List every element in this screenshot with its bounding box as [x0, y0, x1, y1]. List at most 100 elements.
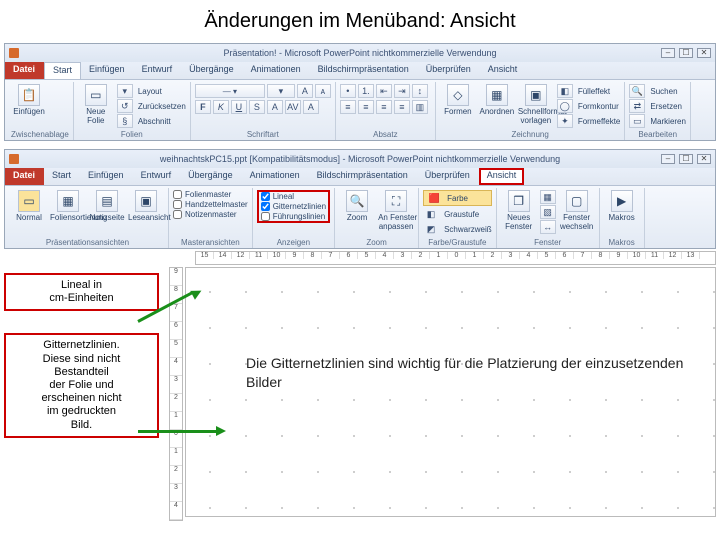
underline-btn[interactable]: U: [231, 100, 247, 114]
view-reading[interactable]: ▣Leseansicht: [128, 190, 164, 222]
view-normal[interactable]: ▭Normal: [11, 190, 47, 222]
reset-btn[interactable]: ↺Zurücksetzen: [117, 99, 186, 113]
effects-btn[interactable]: ✦Formeffekte: [557, 114, 621, 128]
shapes-btn[interactable]: ◇Formen: [440, 84, 476, 116]
paste-icon: 📋: [18, 84, 40, 106]
slide-body-text: Die Gitternetzlinien sind wichtig für di…: [246, 354, 685, 392]
chk-folienmaster[interactable]: Folienmaster: [173, 190, 248, 199]
arrange-all[interactable]: ▦: [540, 190, 556, 204]
spacing-btn[interactable]: AV: [285, 100, 301, 114]
tab2-start[interactable]: Start: [44, 168, 80, 185]
layout-btn[interactable]: ▾Layout: [117, 84, 186, 98]
tab-animationen[interactable]: Animationen: [243, 62, 310, 79]
group-makros: ▶Makros Makros: [600, 188, 645, 248]
grow-font[interactable]: A: [297, 84, 313, 98]
color-bw[interactable]: ◩Schwarzweiß: [423, 222, 492, 236]
new-slide-button[interactable]: ▭ Neue Folie: [78, 84, 114, 125]
chk-gitternetz[interactable]: Gitternetzlinien: [261, 202, 326, 211]
outline-btn[interactable]: ◯Formkontur: [557, 99, 621, 113]
group-bearbeiten: 🔍Suchen ⇄Ersetzen ▭Markieren Bearbeiten: [625, 82, 691, 140]
tab2-ueberpruefen[interactable]: Überprüfen: [417, 168, 479, 185]
tab-entwurf[interactable]: Entwurf: [134, 62, 182, 79]
tab2-datei[interactable]: Datei: [5, 168, 44, 185]
group-zeichnung: ◇Formen ▦Anordnen ▣Schnellformat vorlage…: [436, 82, 626, 140]
group-folien: ▭ Neue Folie ▾Layout ↺Zurücksetzen §Absc…: [74, 82, 191, 140]
tab-bildschirm[interactable]: Bildschirmpräsentation: [310, 62, 418, 79]
macros-btn[interactable]: ▶Makros: [604, 190, 640, 222]
tab2-uebergaenge[interactable]: Übergänge: [180, 168, 242, 185]
color-gray[interactable]: ◧Graustufe: [423, 207, 492, 221]
tab2-einfuegen[interactable]: Einfügen: [80, 168, 133, 185]
minimize-btn[interactable]: –: [661, 48, 675, 58]
chk-lineal[interactable]: Lineal: [261, 192, 326, 201]
tabs-2: Datei Start Einfügen Entwurf Übergänge A…: [5, 168, 715, 186]
new-window-btn[interactable]: ❐Neues Fenster: [501, 190, 537, 231]
shadow-btn[interactable]: A: [267, 100, 283, 114]
tab-ueberpruefen[interactable]: Überprüfen: [418, 62, 480, 79]
indent-dec[interactable]: ⇤: [376, 84, 392, 98]
fill-btn[interactable]: ◧Fülleffekt: [557, 84, 621, 98]
tab2-entwurf[interactable]: Entwurf: [133, 168, 181, 185]
maximize-btn[interactable]: ☐: [679, 48, 693, 58]
tab-einfuegen[interactable]: Einfügen: [81, 62, 134, 79]
align-justify[interactable]: ≡: [394, 100, 410, 114]
minimize-btn-2[interactable]: –: [661, 154, 675, 164]
line-spacing[interactable]: ↕: [412, 84, 428, 98]
chk-handzettel[interactable]: Handzettelmaster: [173, 200, 248, 209]
arrange-btn[interactable]: ▦Anordnen: [479, 84, 515, 116]
close-btn-2[interactable]: ✕: [697, 154, 711, 164]
cascade[interactable]: ▧: [540, 205, 556, 219]
align-right[interactable]: ≡: [376, 100, 392, 114]
color-btn[interactable]: A: [303, 100, 319, 114]
zoom-btn[interactable]: 🔍Zoom: [339, 190, 375, 222]
numbering-btn[interactable]: 1.: [358, 84, 374, 98]
replace-btn[interactable]: ⇄Ersetzen: [629, 99, 686, 113]
find-btn[interactable]: 🔍Suchen: [629, 84, 686, 98]
callout-gitternetz: Gitternetzlinien. Diese sind nicht Besta…: [4, 333, 159, 437]
app-icon-2: [9, 154, 19, 164]
tab2-ansicht[interactable]: Ansicht: [479, 168, 525, 185]
group-master: Folienmaster Handzettelmaster Notizenmas…: [169, 188, 253, 248]
chk-fuehrung[interactable]: Führungslinien: [261, 212, 326, 221]
tab-uebergaenge[interactable]: Übergänge: [181, 62, 243, 79]
group-schriftart: — ▾ ▾ A ᴀ F K U S A AV A Schriftart: [191, 82, 336, 140]
italic-btn[interactable]: K: [213, 100, 229, 114]
view-sorter[interactable]: ▦Foliensortierung: [50, 190, 86, 222]
tab2-bildschirm[interactable]: Bildschirmpräsentation: [309, 168, 417, 185]
shrink-font[interactable]: ᴀ: [315, 84, 331, 98]
tab-datei[interactable]: Datei: [5, 62, 44, 79]
size-select[interactable]: ▾: [267, 84, 295, 98]
bullets-btn[interactable]: •: [340, 84, 356, 98]
align-center[interactable]: ≡: [358, 100, 374, 114]
slide-canvas: Die Gitternetzlinien sind wichtig für di…: [185, 267, 716, 517]
strike-btn[interactable]: S: [249, 100, 265, 114]
tabs-1: Datei Start Einfügen Entwurf Übergänge A…: [5, 62, 715, 80]
title-bar-2: weihnachtskPC15.ppt [Kompatibilitätsmodu…: [5, 150, 715, 168]
maximize-btn-2[interactable]: ☐: [679, 154, 693, 164]
window-title-1: Präsentation! - Microsoft PowerPoint nic…: [5, 48, 715, 58]
paste-button[interactable]: 📋 Einfügen: [11, 84, 47, 116]
tab-start[interactable]: Start: [44, 62, 81, 79]
columns-btn[interactable]: ▥: [412, 100, 428, 114]
view-notes[interactable]: ▤Notizseite: [89, 190, 125, 222]
split[interactable]: ↔: [540, 220, 556, 234]
quickstyles-btn[interactable]: ▣Schnellformat vorlagen: [518, 84, 554, 125]
tab2-animationen[interactable]: Animationen: [242, 168, 309, 185]
fit-window-btn[interactable]: ⛶An Fenster anpassen: [378, 190, 414, 231]
select-btn[interactable]: ▭Markieren: [629, 114, 686, 128]
ruler-horizontal: 1514121110987654321012345678910111213: [195, 251, 716, 265]
section-btn[interactable]: §Abschnitt: [117, 114, 186, 128]
close-btn[interactable]: ✕: [697, 48, 711, 58]
group-zoom: 🔍Zoom ⛶An Fenster anpassen Zoom: [335, 188, 419, 248]
bold-btn[interactable]: F: [195, 100, 211, 114]
color-color[interactable]: 🟥Farbe: [423, 190, 492, 206]
window-title-2: weihnachtskPC15.ppt [Kompatibilitätsmodu…: [5, 154, 715, 164]
tab-ansicht-1[interactable]: Ansicht: [480, 62, 527, 79]
font-select[interactable]: — ▾: [195, 84, 265, 98]
group-color: 🟥Farbe ◧Graustufe ◩Schwarzweiß Farbe/Gra…: [419, 188, 497, 248]
switch-window-btn[interactable]: ▢Fenster wechseln: [559, 190, 595, 231]
chk-notizenmaster[interactable]: Notizenmaster: [173, 210, 248, 219]
group-absatz: • 1. ⇤ ⇥ ↕ ≡ ≡ ≡ ≡ ▥ Absatz: [336, 82, 436, 140]
align-left[interactable]: ≡: [340, 100, 356, 114]
indent-inc[interactable]: ⇥: [394, 84, 410, 98]
